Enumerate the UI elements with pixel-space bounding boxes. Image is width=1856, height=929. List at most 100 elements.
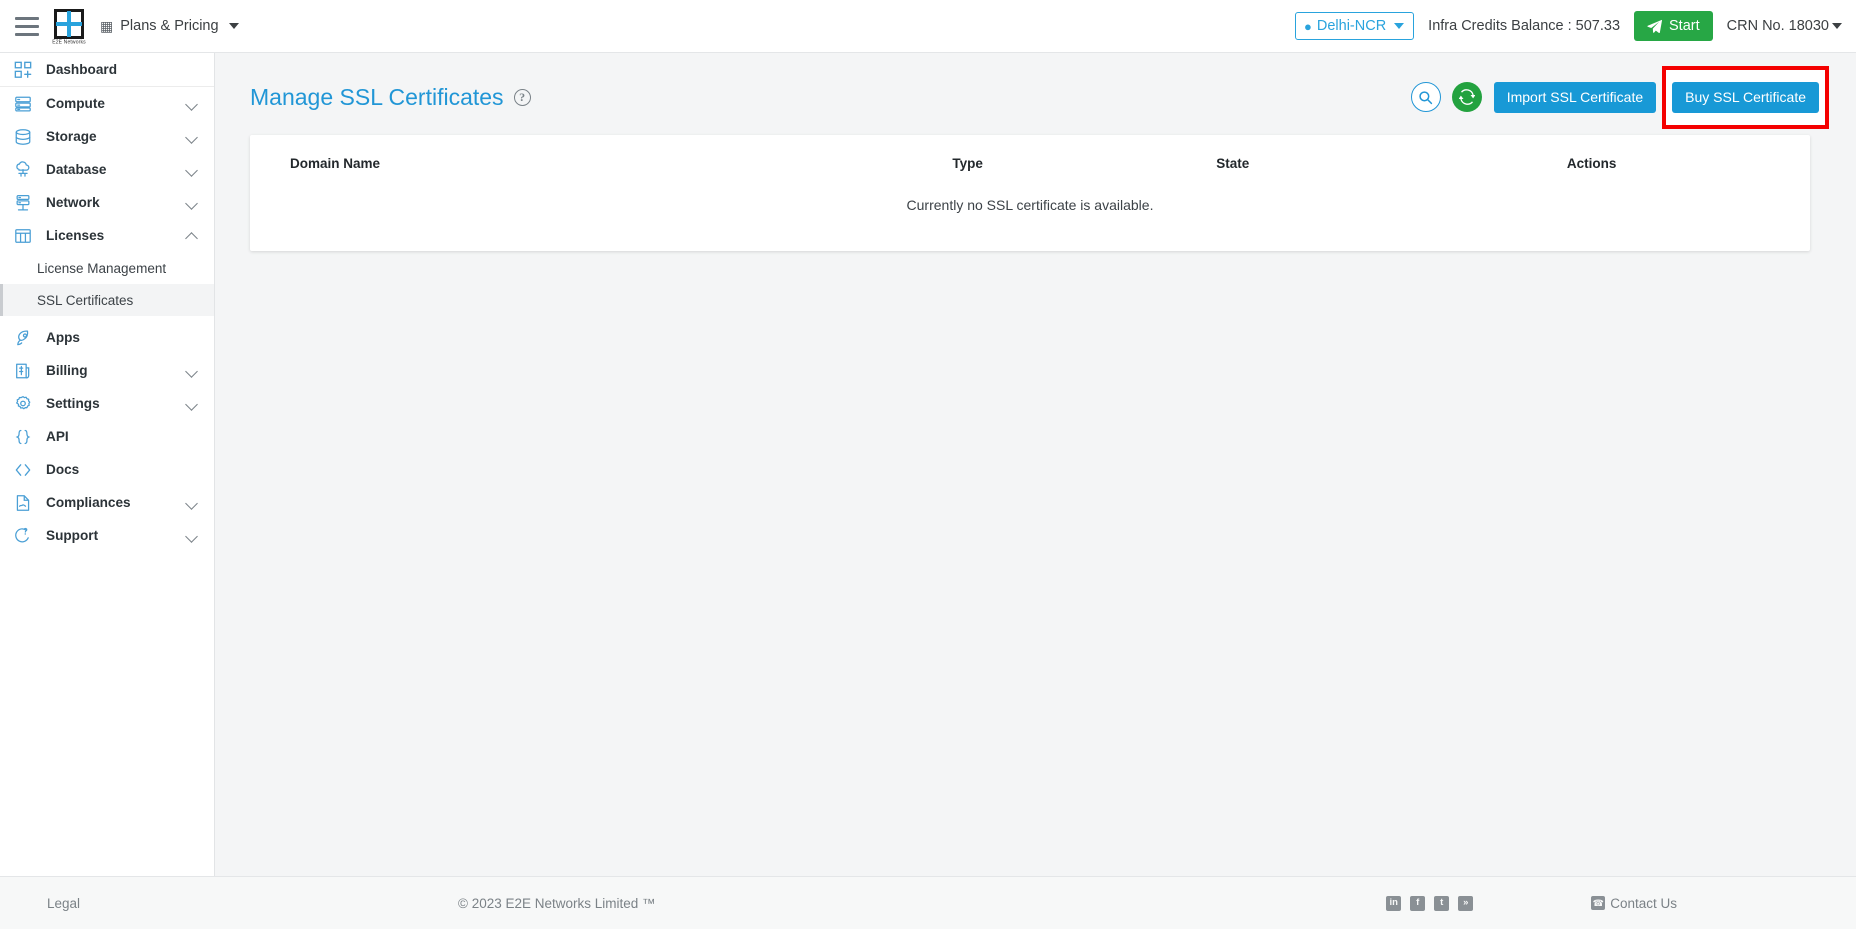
table-header-row: Domain Name Type State Actions	[250, 135, 1810, 191]
sidebar-item-label: Billing	[46, 363, 88, 378]
contact-us-link[interactable]: ☎ Contact Us	[1591, 896, 1677, 911]
column-header-type: Type	[952, 156, 983, 171]
dashboard-icon	[14, 61, 36, 79]
sidebar-item-license-management[interactable]: License Management	[0, 252, 214, 284]
sidebar-subitem-label: SSL Certificates	[37, 292, 134, 308]
sidebar-item-api[interactable]: API	[0, 420, 214, 453]
footer: Legal © 2023 E2E Networks Limited ™ in f…	[0, 876, 1856, 929]
sidebar-item-support[interactable]: Support	[0, 519, 214, 552]
plans-and-pricing-menu[interactable]: ▦ Plans & Pricing	[100, 18, 239, 34]
sidebar-subitem-label: License Management	[37, 260, 167, 276]
hamburger-icon[interactable]	[10, 11, 44, 41]
code-icon	[14, 461, 36, 479]
sidebar-item-dashboard[interactable]: Dashboard	[0, 53, 214, 87]
sidebar-item-label: Licenses	[46, 228, 105, 243]
logo-mark-icon	[54, 8, 84, 39]
table-header: Domain Name Type State Actions	[250, 135, 1810, 191]
crn-menu[interactable]: CRN No. 18030	[1727, 18, 1842, 34]
brand-logo[interactable]: E2E Networks	[52, 6, 86, 46]
chevron-down-icon	[1832, 23, 1842, 29]
question-mark-icon[interactable]: ?	[513, 88, 531, 106]
column-header-actions: Actions	[1566, 156, 1617, 171]
chevron-down-icon	[186, 164, 198, 176]
sidebar-item-billing[interactable]: Billing	[0, 354, 214, 387]
rss-icon[interactable]: »	[1458, 895, 1474, 911]
sidebar-item-licenses[interactable]: Licenses	[0, 219, 214, 252]
logo-text: E2E Networks	[52, 38, 86, 45]
chevron-down-icon	[186, 497, 198, 509]
braces-icon	[14, 428, 36, 446]
sidebar-item-label: Compliances	[46, 495, 131, 510]
main-content: Manage SSL Certificates ? Import SSL Cer…	[215, 53, 1856, 876]
page-title: Manage SSL Certificates	[250, 83, 504, 110]
sidebar-item-settings[interactable]: Settings	[0, 387, 214, 420]
chevron-down-icon	[186, 98, 198, 110]
sidebar-item-docs[interactable]: Docs	[0, 453, 214, 486]
body-region: Dashboard Compute Storage Database Netwo…	[0, 53, 1856, 876]
chevron-down-icon	[186, 365, 198, 377]
facebook-icon[interactable]: f	[1410, 895, 1426, 911]
map-pin-icon: ●	[1304, 18, 1312, 34]
sidebar-item-apps[interactable]: Apps	[0, 321, 214, 354]
sidebar-item-ssl-certificates[interactable]: SSL Certificates	[0, 284, 214, 316]
ssl-certificates-table: Domain Name Type State Actions Currently…	[250, 135, 1810, 251]
lifebuoy-icon	[14, 527, 36, 545]
import-ssl-certificate-button[interactable]: Import SSL Certificate	[1493, 81, 1657, 113]
crn-label: CRN No. 18030	[1726, 18, 1829, 34]
column-header-state: State	[1216, 156, 1250, 171]
sidebar-item-label: Support	[46, 528, 99, 543]
table-empty-row: Currently no SSL certificate is availabl…	[250, 191, 1810, 251]
sidebar-item-label: Storage	[46, 129, 97, 144]
column-header-domain-name: Domain Name	[290, 156, 381, 171]
sidebar-item-label: Network	[46, 195, 100, 210]
hamburger-bar	[15, 24, 39, 28]
copyright-text: © 2023 E2E Networks Limited ™	[458, 895, 656, 911]
refresh-icon[interactable]	[1451, 82, 1482, 112]
plans-and-pricing-label: Plans & Pricing	[120, 18, 219, 34]
sidebar-item-database[interactable]: Database	[0, 153, 214, 186]
gear-icon	[14, 395, 36, 413]
chevron-down-icon	[186, 131, 198, 143]
chevron-down-icon	[1394, 23, 1405, 29]
linkedin-icon[interactable]: in	[1386, 895, 1402, 911]
sidebar-item-label: Apps	[46, 330, 80, 345]
social-links: in f t »	[1386, 895, 1474, 911]
cloud-db-icon	[14, 160, 36, 179]
sidebar-item-network[interactable]: Network	[0, 186, 214, 219]
legal-link[interactable]: Legal	[0, 896, 215, 911]
start-label: Start	[1669, 18, 1700, 34]
hamburger-bar	[15, 16, 39, 20]
sidebar-item-compliances[interactable]: Compliances	[0, 486, 214, 519]
ssl-certificates-card: Domain Name Type State Actions Currently…	[250, 135, 1810, 251]
twitter-icon[interactable]: t	[1434, 895, 1450, 911]
app-window: E2E Networks ▦ Plans & Pricing ● Delhi-N…	[0, 0, 1856, 929]
chevron-down-icon	[228, 23, 239, 29]
rocket-icon	[14, 329, 36, 347]
page-header: Manage SSL Certificates ? Import SSL Cer…	[237, 65, 1831, 129]
sidebar-item-compute[interactable]: Compute	[0, 87, 214, 120]
region-selector[interactable]: ● Delhi-NCR	[1295, 12, 1415, 40]
sidebar-item-label: Settings	[46, 396, 100, 411]
buy-ssl-certificate-button[interactable]: Buy SSL Certificate	[1672, 81, 1819, 113]
search-icon[interactable]	[1410, 82, 1441, 112]
sidebar-item-storage[interactable]: Storage	[0, 120, 214, 153]
sidebar-item-label: API	[46, 429, 69, 444]
start-button[interactable]: Start	[1634, 11, 1713, 41]
table-body: Currently no SSL certificate is availabl…	[250, 191, 1810, 251]
chevron-down-icon	[186, 197, 198, 209]
invoice-icon	[14, 362, 36, 380]
chevron-down-icon	[186, 398, 198, 410]
hamburger-bar	[15, 32, 39, 36]
region-label: Delhi-NCR	[1316, 18, 1387, 34]
paper-plane-icon	[1647, 19, 1663, 33]
document-icon	[14, 494, 36, 512]
empty-state-message: Currently no SSL certificate is availabl…	[906, 197, 1154, 213]
server-icon	[14, 95, 36, 113]
contact-us-label: Contact Us	[1610, 895, 1677, 911]
chevron-up-icon	[186, 230, 198, 242]
sidebar-item-label: Database	[46, 162, 107, 177]
sidebar-item-label: Compute	[46, 96, 105, 111]
buy-ssl-highlight-box: Buy SSL Certificate	[1662, 65, 1829, 129]
top-bar: E2E Networks ▦ Plans & Pricing ● Delhi-N…	[0, 0, 1856, 53]
grid-icon	[14, 227, 36, 245]
